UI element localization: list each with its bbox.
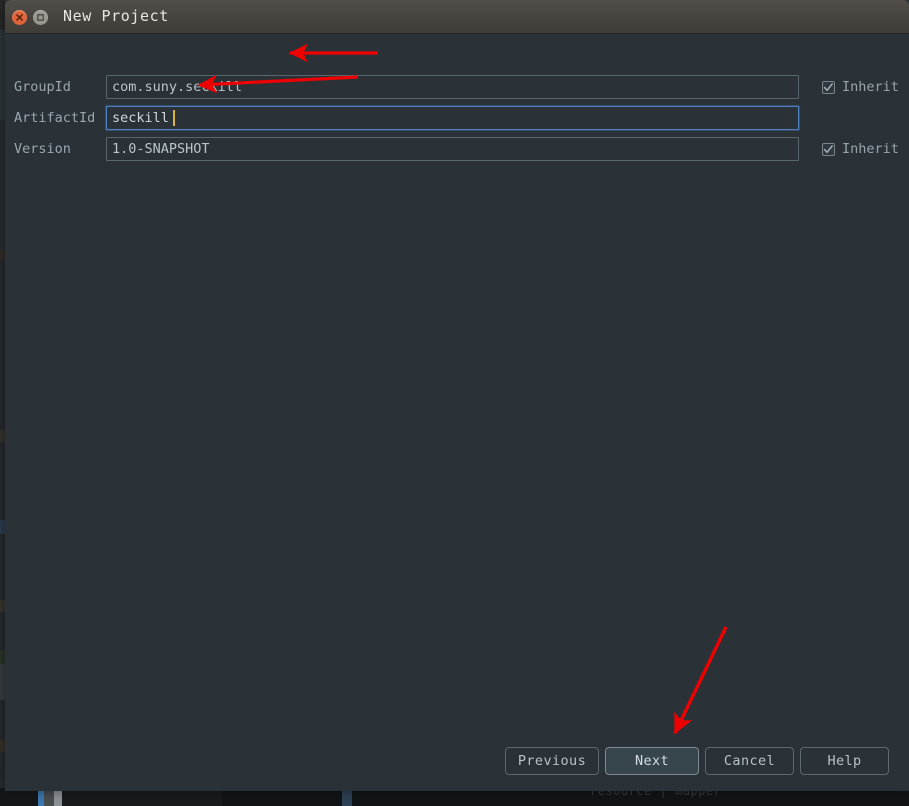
form-row-groupid: GroupId Inherit bbox=[5, 75, 909, 99]
dialog-titlebar[interactable]: New Project bbox=[5, 0, 909, 34]
text-caret bbox=[173, 110, 175, 126]
groupid-inherit-label: Inherit bbox=[842, 79, 899, 95]
version-inherit-group[interactable]: Inherit bbox=[822, 137, 899, 161]
version-inherit-checkbox[interactable] bbox=[822, 142, 835, 156]
version-label: Version bbox=[14, 141, 71, 157]
next-button[interactable]: Next bbox=[605, 747, 699, 775]
dialog-body: GroupId Inherit ArtifactId Version bbox=[5, 34, 909, 791]
groupid-inherit-group[interactable]: Inherit bbox=[822, 75, 899, 99]
version-inherit-label: Inherit bbox=[842, 141, 899, 157]
help-button[interactable]: Help bbox=[800, 747, 889, 775]
form-row-version: Version Inherit bbox=[5, 137, 909, 161]
form-row-artifactid: ArtifactId bbox=[5, 106, 909, 130]
groupid-input[interactable] bbox=[106, 75, 799, 99]
cancel-button[interactable]: Cancel bbox=[705, 747, 794, 775]
groupid-label: GroupId bbox=[14, 79, 71, 95]
dialog-button-bar: Previous Next Cancel Help bbox=[5, 747, 909, 791]
artifactid-input[interactable] bbox=[106, 106, 799, 130]
version-input[interactable] bbox=[106, 137, 799, 161]
groupid-inherit-checkbox[interactable] bbox=[822, 80, 835, 94]
new-project-dialog: New Project GroupId Inherit ArtifactId bbox=[5, 0, 909, 791]
previous-button[interactable]: Previous bbox=[505, 747, 599, 775]
artifactid-label: ArtifactId bbox=[14, 110, 96, 126]
close-icon[interactable] bbox=[12, 10, 27, 25]
maximize-icon[interactable] bbox=[33, 10, 48, 25]
dialog-title: New Project bbox=[63, 7, 169, 25]
